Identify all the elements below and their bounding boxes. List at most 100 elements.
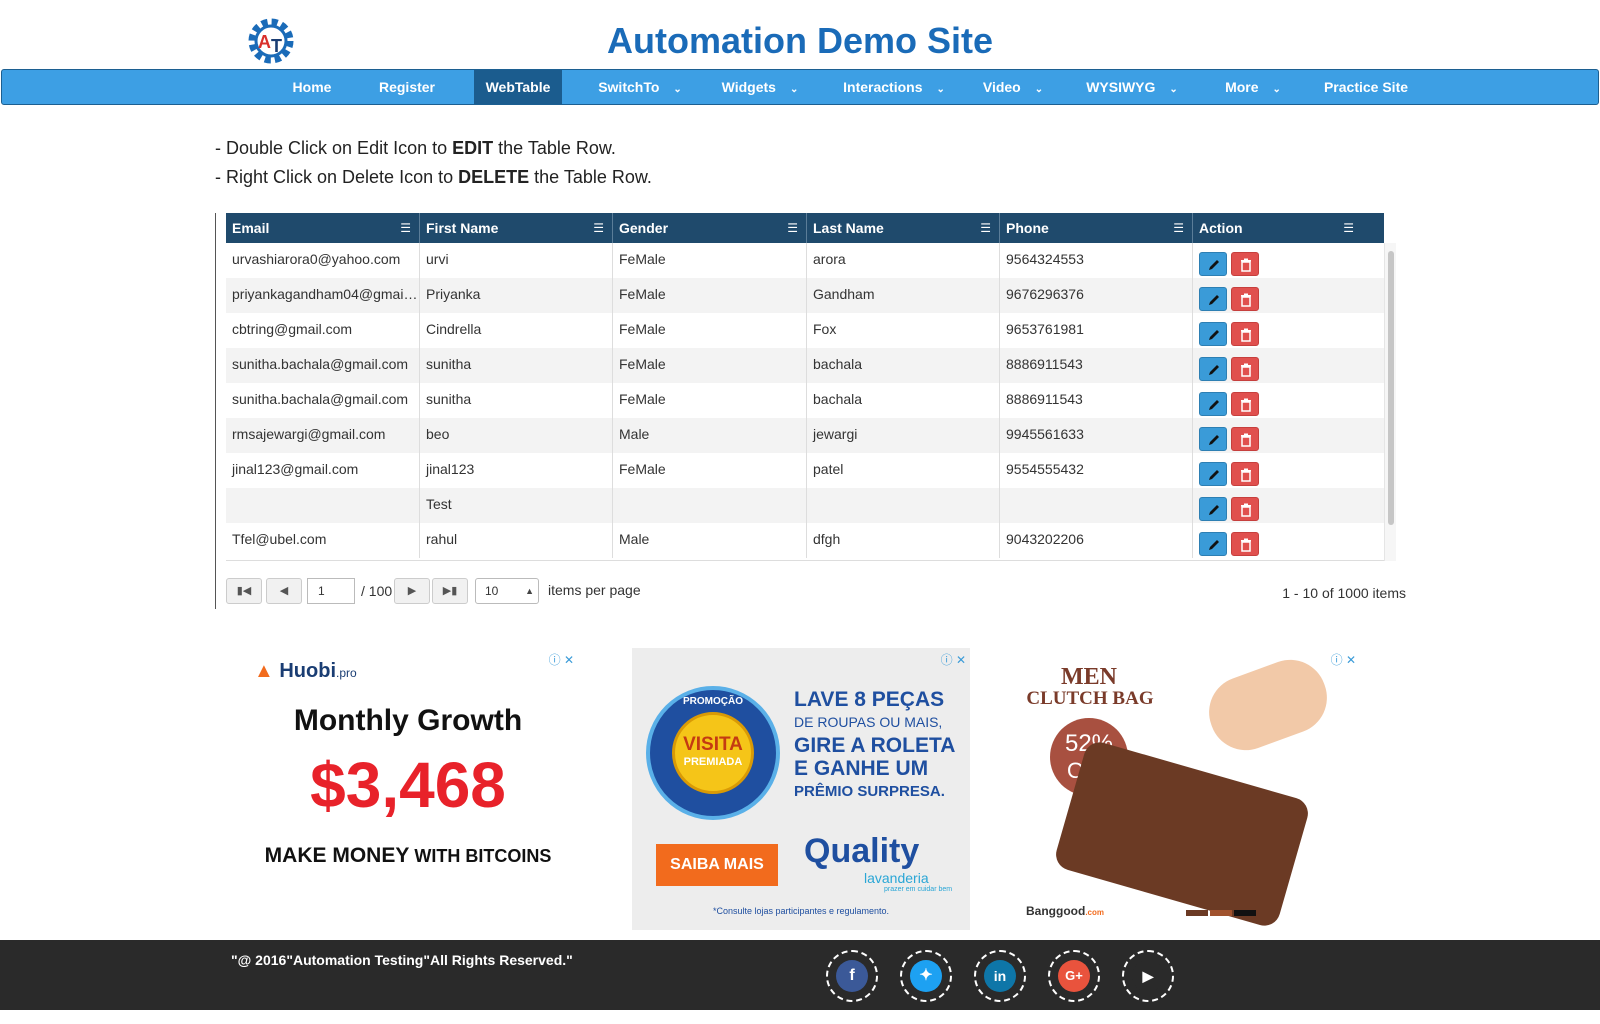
youtube-link[interactable]: ▶ [1122,950,1174,1002]
twitter-link[interactable]: ✦ [900,950,952,1002]
nav-more[interactable]: More ⌄ [1212,70,1294,104]
filter-icon[interactable]: ☰ [980,213,991,243]
site-title: Automation Demo Site [606,20,993,61]
next-page-button[interactable]: ▶ [394,578,430,604]
table-row[interactable]: jinal123@gmail.com jinal123 FeMale patel 955… [226,453,1384,488]
table-row[interactable]: cbtring@gmail.com Cindrella FeMale Fox 96537… [226,313,1384,348]
cell-phone: 8886911543 [1000,383,1193,418]
ad-disclaimer: *Consulte lojas participantes e regulame… [712,906,890,916]
table-scrollbar[interactable] [1384,243,1396,561]
header-gender[interactable]: Gender ☰ [613,213,807,243]
header-first-name[interactable]: First Name ☰ [420,213,613,243]
header-action[interactable]: Action ☰ [1193,213,1384,243]
pencil-icon [1209,330,1219,340]
ad-tagline: MAKE MONEY WITH BITCOINS [264,844,552,867]
cell-last-name: Fox [807,313,1000,348]
total-pages: / 100 [361,583,393,599]
ad-close-icon[interactable]: ⓘ ✕ [1331,651,1356,668]
ad-headline: Monthly Growth [293,704,523,737]
nav-home[interactable]: Home [272,70,352,104]
google-plus-link[interactable]: G+ [1048,950,1100,1002]
header-email[interactable]: Email ☰ [226,213,420,243]
nav-wysiwyg[interactable]: WYSIWYG ⌄ [1076,70,1188,104]
delete-button[interactable] [1231,392,1259,416]
filter-icon[interactable]: ☰ [400,213,411,243]
delete-button[interactable] [1231,357,1259,381]
nav-switchto[interactable]: SwitchTo ⌄ [590,70,690,104]
cell-first-name: urvi [420,243,613,278]
ad-quality-lavanderia[interactable]: ⓘ ✕ PROMOÇÃO VISITA PREMIADA LAVE 8 PEÇA… [632,648,970,930]
table-row[interactable]: urvashiarora0@yahoo.com urvi FeMale arora 95… [226,243,1384,278]
edit-button[interactable] [1199,252,1227,276]
first-page-button[interactable]: ▮◀ [226,578,262,604]
ad-close-icon[interactable]: ⓘ ✕ [941,651,966,668]
delete-button[interactable] [1231,462,1259,486]
page-size-select[interactable]: 10 ▲ [475,578,539,604]
last-page-button[interactable]: ▶▮ [432,578,468,604]
table-row[interactable]: sunitha.bachala@gmail.com sunitha FeMale ba… [226,383,1384,418]
cell-gender: FeMale [613,278,807,313]
edit-button[interactable] [1199,392,1227,416]
edit-button[interactable] [1199,497,1227,521]
delete-button[interactable] [1231,322,1259,346]
cell-action [1193,348,1384,383]
edit-button[interactable] [1199,532,1227,556]
nav-webtable[interactable]: WebTable [474,70,562,104]
pencil-icon [1209,400,1219,410]
cell-email: cbtring@gmail.com [226,313,420,348]
table-row[interactable]: Tfel@ubel.com rahul Male dfgh 9043202206 [226,523,1384,558]
table-row[interactable]: priyankagandham04@gmail.com Priyanka FeMal… [226,278,1384,313]
edit-button[interactable] [1199,287,1227,311]
pencil-icon [1209,295,1219,305]
delete-button[interactable] [1231,252,1259,276]
cell-action [1193,488,1384,523]
edit-button[interactable] [1199,322,1227,346]
filter-icon[interactable]: ☰ [787,213,798,243]
nav-interactions[interactable]: Interactions ⌄ [832,70,956,104]
facebook-link[interactable]: f [826,950,878,1002]
chevron-down-icon: ⌄ [1272,84,1281,95]
page-number-input[interactable]: 1 [307,578,355,604]
filter-icon[interactable]: ☰ [1173,213,1184,243]
cell-gender: FeMale [613,348,807,383]
ad-brand: Quality [804,832,920,870]
footer: "@ 2016"Automation Testing"All Rights Re… [0,940,1600,1010]
ad-banggood[interactable]: ⓘ ✕ MEN CLUTCH BAG 52% OFF Banggood.com [1016,648,1360,930]
facebook-icon: f [836,960,868,992]
cell-action [1193,523,1384,558]
filter-icon[interactable]: ☰ [593,213,604,243]
edit-button[interactable] [1199,462,1227,486]
filter-icon[interactable]: ☰ [1343,213,1354,243]
cell-email: jinal123@gmail.com [226,453,420,488]
nav-register[interactable]: Register [364,70,450,104]
cell-email: urvashiarora0@yahoo.com [226,243,420,278]
cell-last-name: arora [807,243,1000,278]
pencil-icon [1209,365,1219,375]
pencil-icon [1209,260,1219,270]
cell-first-name: Test [420,488,613,523]
header-phone[interactable]: Phone ☰ [1000,213,1193,243]
ad-close-icon[interactable]: ⓘ ✕ [549,651,574,668]
linkedin-link[interactable]: in [974,950,1026,1002]
delete-button[interactable] [1231,532,1259,556]
table-row[interactable]: rmsajewargi@gmail.com beo Male jewargi 99455… [226,418,1384,453]
cell-gender [613,488,807,523]
cell-action [1193,313,1384,348]
nav-video[interactable]: Video ⌄ [970,70,1056,104]
delete-button[interactable] [1231,497,1259,521]
cell-gender: FeMale [613,453,807,488]
cell-email: priyankagandham04@gmail.com [226,278,420,313]
prev-page-button[interactable]: ◀ [266,578,302,604]
ad-huobi[interactable]: ⓘ ✕ ▲ Huobi.pro Monthly Growth $3,468 MA… [238,648,578,930]
ad-cta-button[interactable]: SAIBA MAIS [656,844,778,886]
table-row[interactable]: Test [226,488,1384,523]
delete-button[interactable] [1231,287,1259,311]
header-last-name[interactable]: Last Name ☰ [807,213,1000,243]
nav-practice-site[interactable]: Practice Site [1314,70,1418,104]
nav-widgets[interactable]: Widgets ⌄ [710,70,810,104]
edit-button[interactable] [1199,357,1227,381]
scrollbar-thumb[interactable] [1388,251,1394,525]
delete-button[interactable] [1231,427,1259,451]
edit-button[interactable] [1199,427,1227,451]
table-row[interactable]: sunitha.bachala@gmail.com sunitha FeMale ba… [226,348,1384,383]
